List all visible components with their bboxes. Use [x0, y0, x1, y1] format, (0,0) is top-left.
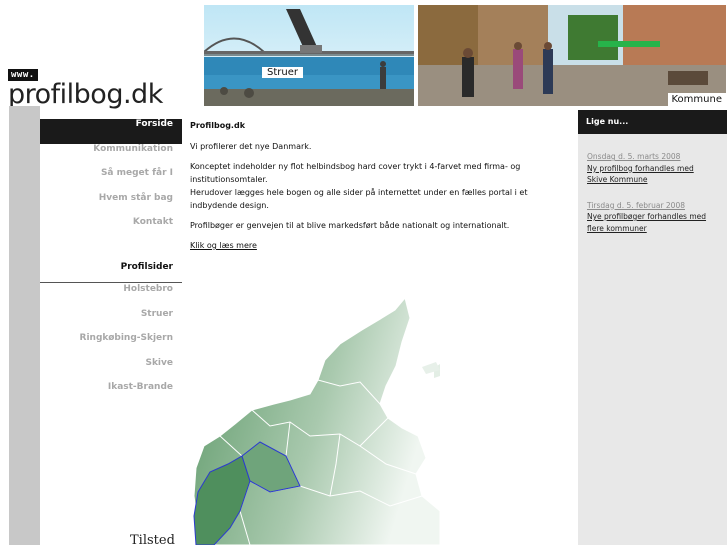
news-title-link[interactable]: Ny profilbog forhandles med Skive Kommun… — [587, 163, 712, 186]
profile-nav-heading: Profilsider — [40, 262, 182, 283]
header-photo-struer: Struer — [204, 5, 414, 106]
nav-item-kommunikation[interactable]: Kommunikation — [40, 144, 182, 169]
main-nav: Forside Kommunikation Så meget får I Hve… — [40, 119, 182, 242]
nav-item-ringkobing-skjern[interactable]: Ringkøbing-Skjern — [40, 333, 182, 358]
nav-item-holstebro[interactable]: Holstebro — [40, 284, 182, 309]
nav-item-forside[interactable]: Forside — [40, 119, 182, 144]
read-more-link[interactable]: Klik og læs mere — [190, 241, 257, 250]
news-sidebar: Lige nu... Onsdag d. 5. marts 2008 Ny pr… — [578, 110, 727, 545]
nav-item-kontakt[interactable]: Kontakt — [40, 217, 182, 242]
news-date-link[interactable]: Onsdag d. 5. marts 2008 — [587, 151, 727, 163]
map-place-label: Tilsted — [130, 533, 175, 548]
nav-item-skive[interactable]: Skive — [40, 358, 182, 383]
photo-caption-kommune: Kommune — [667, 93, 726, 106]
denmark-map[interactable] — [190, 296, 442, 549]
nav-item-struer[interactable]: Struer — [40, 309, 182, 334]
page-title: Profilbog.dk — [190, 121, 246, 130]
news-title-link[interactable]: Nye profilbøger forhandles med flere kom… — [587, 211, 712, 234]
internet-text: Herudover lægges hele bogen og alle side… — [190, 188, 528, 210]
nav-item-hvem-staar-bag[interactable]: Hvem står bag — [40, 193, 182, 218]
news-item: Onsdag d. 5. marts 2008 Ny profilbog for… — [587, 151, 727, 186]
main-content: Profilbog.dk Vi profilerer det nye Danma… — [190, 121, 535, 252]
news-heading: Lige nu... — [578, 110, 727, 134]
concept-text: Konceptet indeholder ny flot helbindsbog… — [190, 162, 521, 184]
site-logo[interactable]: www. profilbog.dk — [8, 62, 163, 110]
photo-caption-struer: Struer — [262, 67, 303, 78]
left-decor-strip — [9, 106, 40, 545]
nav-item-saa-meget-faar-i[interactable]: Så meget får I — [40, 168, 182, 193]
news-list: Onsdag d. 5. marts 2008 Ny profilbog for… — [587, 151, 727, 234]
nav-item-ikast-brande[interactable]: Ikast-Brande — [40, 382, 182, 407]
header-photo-kommune: Kommune — [418, 5, 726, 106]
profile-nav: Holstebro Struer Ringkøbing-Skjern Skive… — [40, 284, 182, 407]
news-item: Tirsdag d. 5. februar 2008 Nye profilbøg… — [587, 200, 727, 235]
intro-text: Vi profilerer det nye Danmark. — [190, 142, 312, 151]
news-date-link[interactable]: Tirsdag d. 5. februar 2008 — [587, 200, 727, 212]
marketing-text: Profilbøger er genvejen til at blive mar… — [190, 221, 510, 230]
